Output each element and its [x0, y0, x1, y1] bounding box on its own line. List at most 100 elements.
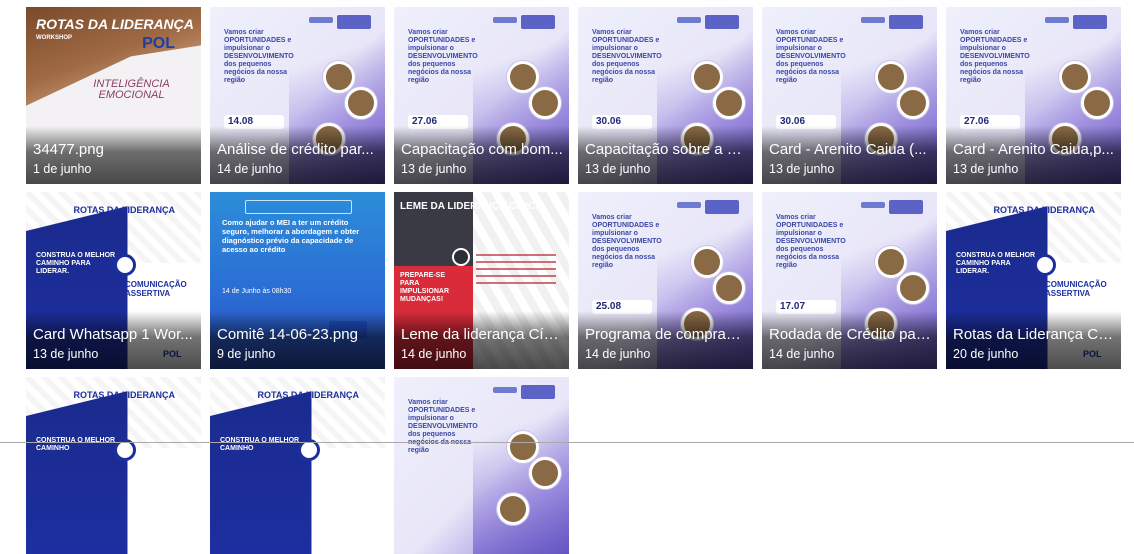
thumbnail-heading: Vamos criar OPORTUNIDADES e impulsionar …	[592, 29, 662, 84]
gallery-item[interactable]: Vamos criar OPORTUNIDADES e impulsionar …	[762, 192, 937, 369]
thumbnail-heading: Vamos criar OPORTUNIDADES e impulsionar …	[408, 29, 478, 84]
file-name: Capacitação com bom...	[401, 141, 563, 158]
project-logo	[861, 17, 885, 23]
project-logo	[493, 17, 517, 23]
chat-icon	[1034, 254, 1056, 276]
caption-overlay: Análise de crédito par... 14 de junho	[210, 126, 385, 184]
project-logo	[677, 17, 701, 23]
file-date: 1 de junho	[33, 162, 92, 176]
file-date: 14 de junho	[585, 347, 651, 361]
file-name: Capacitação sobre a n...	[585, 141, 747, 158]
project-logo	[493, 387, 517, 393]
sebrae-logo	[521, 15, 555, 29]
thumbnail-heading: Vamos criar OPORTUNIDADES e impulsionar …	[776, 214, 846, 269]
thumbnail-heading: ROTAS DA LIDERANÇA	[73, 390, 176, 400]
sebrae-logo	[705, 15, 739, 29]
caption-overlay: Card Whatsapp 1 Wor... 13 de junho	[26, 311, 201, 369]
chat-icon	[114, 254, 136, 276]
event-date: 14 de Junho às 08h30	[222, 288, 292, 295]
photo-circle	[1081, 87, 1113, 119]
sebrae-logo	[889, 200, 923, 214]
photo-circle	[875, 61, 907, 93]
caption-overlay: Card - Arenito Caiua (... 13 de junho	[762, 126, 937, 184]
caption-overlay: Comitê 14-06-23.png 9 de junho	[210, 311, 385, 369]
photo-circle	[713, 272, 745, 304]
thumbnail-heading: ROTAS DA LIDERANÇA	[993, 205, 1096, 215]
file-date: 20 de junho	[953, 347, 1019, 361]
caption-overlay: Capacitação sobre a n... 13 de junho	[578, 126, 753, 184]
thumbnail-heading: Como ajudar o MEI a ter um crédito segur…	[222, 218, 360, 254]
sebrae-logo	[889, 15, 923, 29]
thumbnail-heading: Vamos criar OPORTUNIDADES e impulsionar …	[408, 399, 478, 454]
thumbnail-heading: LEME DA LIDERANÇA CÍVICA	[400, 201, 543, 212]
photo-circle	[529, 457, 561, 489]
photo-circle	[897, 87, 929, 119]
thumbnail-heading: ROTAS DA LIDERANÇA	[257, 390, 360, 400]
file-date: 13 de junho	[33, 347, 99, 361]
photo-circle	[507, 61, 539, 93]
gallery-item[interactable]: Vamos criar OPORTUNIDADES e impulsionar …	[762, 7, 937, 184]
gallery-item[interactable]: Vamos criar OPORTUNIDADES e impulsionar …	[394, 7, 569, 184]
photo-circle	[507, 431, 539, 463]
file-name: Rodada de Crédito par...	[769, 326, 931, 343]
project-logo	[1045, 17, 1069, 23]
sebrae-logo	[521, 385, 555, 399]
photo-circle	[1059, 61, 1091, 93]
caption-overlay: Capacitação com bom... 13 de junho	[394, 126, 569, 184]
gallery-item[interactable]: Como ajudar o MEI a ter um crédito segur…	[210, 192, 385, 369]
gallery-item[interactable]: ROTAS DA LIDERANÇA CONSTRUA O MELHOR CAM…	[210, 377, 385, 554]
image-gallery: ROTAS DA LIDERANÇA WORKSHOP POL INTELIGÊN…	[26, 7, 1121, 554]
caption-overlay: Programa de compras ... 14 de junho	[578, 311, 753, 369]
gallery-item[interactable]: Vamos criar OPORTUNIDADES e impulsionar …	[578, 192, 753, 369]
file-name: 34477.png	[33, 141, 104, 158]
thumbnail-image: ROTAS DA LIDERANÇA CONSTRUA O MELHOR CAM…	[26, 377, 201, 554]
gallery-item[interactable]: Vamos criar OPORTUNIDADES e impulsionar …	[210, 7, 385, 184]
project-logo	[309, 17, 333, 23]
thumbnail-tagline: PREPARE-SE PARA IMPULSIONAR MUDANÇAS!	[400, 272, 449, 303]
gallery-item[interactable]: Vamos criar OPORTUNIDADES e impulsionar …	[946, 7, 1121, 184]
caption-overlay: Rodada de Crédito par... 14 de junho	[762, 311, 937, 369]
photo-circle	[691, 246, 723, 278]
gallery-item[interactable]: ROTAS DA LIDERANÇA WORKSHOP POL INTELIGÊN…	[26, 7, 201, 184]
divider	[0, 442, 1134, 443]
photo-circle	[897, 272, 929, 304]
thumbnail-tagline: CONSTRUA O MELHOR CAMINHO	[36, 437, 116, 452]
file-name: Card - Arenito Caiua,p...	[953, 141, 1114, 158]
photo-circle	[497, 493, 529, 525]
file-date: 9 de junho	[217, 347, 276, 361]
photo-circle	[875, 246, 907, 278]
chat-icon	[452, 248, 470, 266]
project-logo	[677, 202, 701, 208]
photo-circle	[529, 87, 561, 119]
thumbnail-heading: ROTAS DA LIDERANÇA	[73, 205, 176, 215]
file-name: Rotas da Liderança Co...	[953, 326, 1115, 343]
gallery-item[interactable]: ROTAS DA LIDERANÇA CONSTRUA O MELHOR CAM…	[26, 377, 201, 554]
file-name: Comitê 14-06-23.png	[217, 326, 358, 343]
file-name: Card Whatsapp 1 Wor...	[33, 326, 193, 343]
sebrae-logo	[1073, 15, 1107, 29]
file-date: 14 de junho	[401, 347, 467, 361]
thumbnail-topic: COMUNICAÇÃO ASSERTIVA	[1045, 280, 1107, 298]
thumbnail-topic: INTELIGÊNCIA EMOCIONAL	[93, 78, 170, 101]
file-name: Card - Arenito Caiua (...	[769, 141, 927, 158]
thumbnail-heading: Vamos criar OPORTUNIDADES e impulsionar …	[592, 214, 662, 269]
thumbnail-heading: Vamos criar OPORTUNIDADES e impulsionar …	[224, 29, 294, 84]
gallery-item[interactable]: ROTAS DA LIDERANÇA CONSTRUA O MELHOR CAM…	[946, 192, 1121, 369]
gallery-item[interactable]: Vamos criar OPORTUNIDADES e impulsionar …	[394, 377, 569, 554]
thumbnail-tagline: CONSTRUA O MELHOR CAMINHO PARA LIDERAR.	[956, 252, 1036, 275]
gallery-item[interactable]: ROTAS DA LIDERANÇA CONSTRUA O MELHOR CAM…	[26, 192, 201, 369]
file-date: 13 de junho	[769, 162, 835, 176]
thumbnail-tagline: CONSTRUA O MELHOR CAMINHO	[220, 437, 300, 452]
caption-overlay: Rotas da Liderança Co... 20 de junho	[946, 311, 1121, 369]
caption-overlay: Leme da liderança Cívi... 14 de junho	[394, 311, 569, 369]
gallery-item[interactable]: Vamos criar OPORTUNIDADES e impulsionar …	[578, 7, 753, 184]
gallery-item[interactable]: LEME DA LIDERANÇA CÍVICA PREPARE-SE PARA…	[394, 192, 569, 369]
file-date: 14 de junho	[217, 162, 283, 176]
schedule-lines	[476, 254, 556, 289]
pol-logo: POL	[142, 35, 175, 52]
file-date: 13 de junho	[585, 162, 651, 176]
thumbnail-tagline: CONSTRUA O MELHOR CAMINHO PARA LIDERAR.	[36, 252, 116, 275]
thumbnail-image: Vamos criar OPORTUNIDADES e impulsionar …	[394, 377, 569, 554]
file-name: Leme da liderança Cívi...	[401, 326, 563, 343]
thumbnail-topic: COMUNICAÇÃO ASSERTIVA	[125, 280, 187, 298]
